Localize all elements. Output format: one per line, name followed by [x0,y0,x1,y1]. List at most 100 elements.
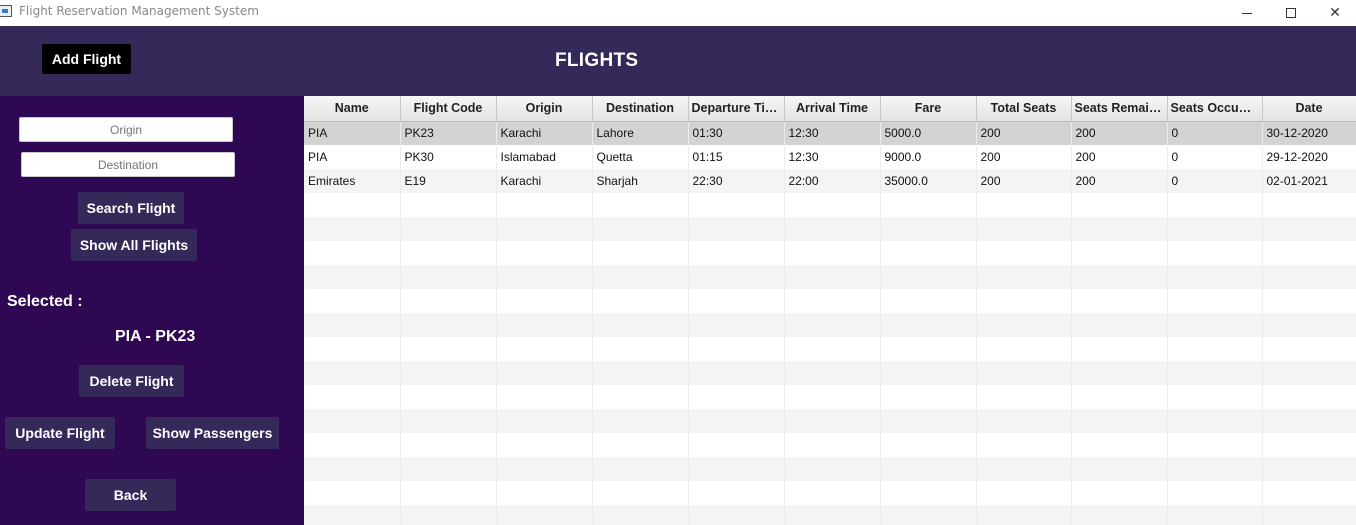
empty-table-cell [976,193,1072,217]
table-row[interactable]: PIA PK23 Karachi Lahore 01:30 12:30 5000… [304,121,1356,145]
empty-table-row [304,433,1356,457]
flights-table[interactable]: Name Flight Code Origin Destination Depa… [304,96,1356,525]
empty-table-cell [1167,265,1263,289]
table-cell: 22:00 [784,169,881,193]
empty-table-cell [400,409,497,433]
empty-table-cell [400,217,497,241]
empty-table-cell [1262,505,1356,525]
empty-table-cell [304,313,401,337]
empty-table-cell [1071,217,1168,241]
empty-table-cell [496,385,593,409]
empty-table-cell [1262,289,1356,313]
empty-table-cell [1167,217,1263,241]
empty-table-cell [1071,313,1168,337]
table-cell: 30-12-2020 [1262,121,1356,145]
table-row[interactable]: Emirates E19 Karachi Sharjah 22:30 22:00… [304,169,1356,193]
delete-flight-button[interactable]: Delete Flight [79,365,184,397]
empty-table-cell [688,241,785,265]
empty-table-cell [304,409,401,433]
add-flight-button[interactable]: Add Flight [42,44,131,74]
empty-table-cell [1071,241,1168,265]
empty-table-cell [880,241,977,265]
empty-table-cell [400,505,497,525]
empty-table-cell [688,481,785,505]
table-cell: Karachi [496,121,593,145]
empty-table-row [304,313,1356,337]
show-all-flights-button[interactable]: Show All Flights [71,229,197,261]
empty-table-cell [304,265,401,289]
column-header-origin[interactable]: Origin [496,96,593,122]
empty-table-cell [592,289,689,313]
table-cell: PIA [304,145,401,169]
empty-table-cell [1262,217,1356,241]
empty-table-cell [304,217,401,241]
empty-table-cell [1071,481,1168,505]
empty-table-cell [400,289,497,313]
empty-table-cell [496,265,593,289]
window-title: Flight Reservation Management System [19,4,259,18]
minimize-icon [1242,12,1252,14]
back-button[interactable]: Back [85,479,176,511]
empty-table-cell [400,433,497,457]
close-button[interactable]: ✕ [1312,0,1356,26]
empty-table-cell [1071,193,1168,217]
empty-table-cell [1071,361,1168,385]
column-header-seats-remaining[interactable]: Seats Remaini... [1071,96,1168,122]
empty-table-row [304,265,1356,289]
empty-table-cell [592,385,689,409]
column-header-destination[interactable]: Destination [592,96,689,122]
update-flight-button[interactable]: Update Flight [5,417,115,449]
empty-table-cell [592,361,689,385]
empty-table-cell [784,265,881,289]
empty-table-cell [304,505,401,525]
empty-table-row [304,481,1356,505]
empty-table-row [304,409,1356,433]
column-header-departure-time[interactable]: Departure Time [688,96,785,122]
empty-table-cell [592,313,689,337]
search-flight-button[interactable]: Search Flight [78,192,184,224]
empty-table-cell [880,193,977,217]
maximize-button[interactable] [1268,0,1314,26]
table-cell: 12:30 [784,121,881,145]
empty-table-cell [784,193,881,217]
empty-table-cell [592,193,689,217]
table-row[interactable]: PIA PK30 Islamabad Quetta 01:15 12:30 90… [304,145,1356,169]
selected-label: Selected : [7,293,83,310]
empty-table-cell [496,409,593,433]
show-passengers-button[interactable]: Show Passengers [146,417,279,449]
empty-table-cell [1167,457,1263,481]
column-header-name[interactable]: Name [304,96,401,122]
selected-flight-value: PIA - PK23 [115,328,196,345]
table-cell: 5000.0 [880,121,977,145]
table-cell: 12:30 [784,145,881,169]
empty-table-row [304,193,1356,217]
column-header-fare[interactable]: Fare [880,96,977,122]
column-header-date[interactable]: Date [1262,96,1356,122]
empty-table-row [304,361,1356,385]
empty-table-cell [304,433,401,457]
destination-input[interactable] [21,152,235,177]
column-header-total-seats[interactable]: Total Seats [976,96,1072,122]
table-cell: Emirates [304,169,401,193]
column-header-arrival-time[interactable]: Arrival Time [784,96,881,122]
empty-table-cell [400,457,497,481]
empty-table-cell [1262,337,1356,361]
table-body: PIA PK23 Karachi Lahore 01:30 12:30 5000… [304,121,1356,525]
column-header-flight-code[interactable]: Flight Code [400,96,497,122]
empty-table-cell [592,457,689,481]
column-header-seats-occupied[interactable]: Seats Occupied [1167,96,1263,122]
empty-table-cell [784,505,881,525]
empty-table-cell [880,265,977,289]
empty-table-cell [976,217,1072,241]
minimize-button[interactable] [1224,0,1270,26]
table-cell: 0 [1167,121,1263,145]
empty-table-cell [496,193,593,217]
empty-table-cell [688,433,785,457]
maximize-icon [1286,8,1296,18]
origin-input[interactable] [19,117,233,142]
empty-table-cell [496,313,593,337]
empty-table-cell [400,385,497,409]
table-cell: E19 [400,169,497,193]
empty-table-cell [400,361,497,385]
empty-table-cell [1167,361,1263,385]
